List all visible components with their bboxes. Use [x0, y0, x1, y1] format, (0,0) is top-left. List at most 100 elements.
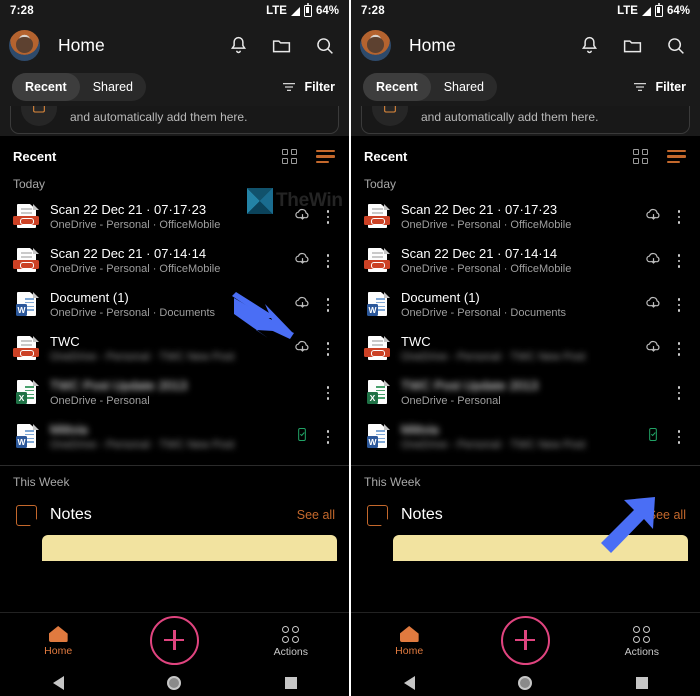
promo-banner[interactable]: and automatically add them here. — [351, 106, 700, 136]
nav-item-actions[interactable]: Actions — [233, 625, 349, 658]
more-options-icon[interactable] — [670, 254, 688, 268]
recents-icon — [635, 677, 648, 689]
promo-banner[interactable]: and automatically add them here. — [0, 106, 349, 136]
list-view-icon[interactable] — [667, 149, 686, 164]
grid-view-icon[interactable] — [633, 149, 648, 164]
android-recents-button[interactable] — [584, 677, 700, 689]
tab-recent[interactable]: Recent — [12, 73, 80, 101]
word-file-icon: W — [13, 423, 39, 451]
file-row-text: TWC OneDrive - Personal · TWC New Post — [50, 334, 285, 365]
tab-shared[interactable]: Shared — [80, 73, 146, 101]
cloud-download-icon[interactable] — [636, 205, 670, 229]
folder-icon[interactable] — [622, 35, 643, 56]
nav-label-home: Home — [44, 645, 73, 657]
nav-label-home: Home — [395, 645, 424, 657]
notes-row[interactable]: Notes See all — [0, 493, 349, 527]
more-options-icon[interactable] — [670, 386, 688, 400]
file-row[interactable]: W Document (1) OneDrive - Personal · Docum… — [0, 283, 349, 327]
notes-row[interactable]: Notes See all — [351, 493, 700, 527]
file-row[interactable]: TWC OneDrive - Personal · TWC New Post — [351, 327, 700, 371]
create-button[interactable] — [116, 615, 232, 668]
more-options-icon[interactable] — [319, 430, 337, 444]
tab-shared[interactable]: Shared — [431, 73, 497, 101]
file-row[interactable]: X TWC Post Update 2013 OneDrive - Personal — [0, 371, 349, 415]
file-row[interactable]: W Mittvia OneDrive - Personal · TWC New Po… — [0, 415, 349, 459]
cloud-download-icon[interactable] — [636, 293, 670, 317]
file-row[interactable]: TWC OneDrive - Personal · TWC New Post — [0, 327, 349, 371]
more-options-icon[interactable] — [319, 254, 337, 268]
file-row[interactable]: W Document (1) OneDrive - Personal · Docum… — [351, 283, 700, 327]
cloud-download-icon[interactable] — [285, 337, 319, 361]
file-row[interactable]: X TWC Post Update 2013 OneDrive - Personal — [351, 371, 700, 415]
tab-recent[interactable]: Recent — [363, 73, 431, 101]
more-options-icon[interactable] — [670, 342, 688, 356]
android-recents-button[interactable] — [233, 677, 349, 689]
file-subtitle: OneDrive - Personal · TWC New Post — [401, 350, 586, 363]
nav-item-home[interactable]: Home — [351, 626, 467, 657]
file-row-text: TWC Post Update 2013 OneDrive - Personal — [401, 378, 636, 409]
file-row[interactable]: Scan 22 Dec 21 · 07·14·14 OneDrive - Pers… — [0, 239, 349, 283]
word-file-icon: W — [13, 291, 39, 319]
app-bar-actions — [579, 35, 686, 56]
file-row[interactable]: W Mittvia OneDrive - Personal · TWC New Po… — [351, 415, 700, 459]
android-home-button[interactable] — [467, 676, 583, 690]
file-subtitle: OneDrive - Personal · TWC New Post — [50, 350, 235, 363]
offline-available-icon[interactable] — [636, 425, 670, 449]
screenshot-stage: 7:28 LTE 64% Home Recent Shared Filter a… — [0, 0, 700, 696]
phone-screenshot-right: 7:28 LTE 64% Home Recent Shared Filter a… — [351, 0, 700, 696]
file-row[interactable]: Scan 22 Dec 21 · 07·17·23 OneDrive - Pers… — [351, 195, 700, 239]
more-options-icon[interactable] — [670, 210, 688, 224]
file-title: TWC — [401, 333, 431, 349]
search-icon[interactable] — [314, 35, 335, 56]
avatar[interactable] — [9, 29, 40, 61]
group-label-today: Today — [364, 177, 397, 191]
file-list: Scan 22 Dec 21 · 07·17·23 OneDrive - Pers… — [351, 195, 700, 459]
bell-icon[interactable] — [228, 35, 249, 56]
more-options-icon[interactable] — [319, 342, 337, 356]
file-title: Scan 22 Dec 21 · 07·14·14 — [50, 245, 207, 261]
file-subtitle: OneDrive - Personal · OfficeMobile — [50, 218, 221, 231]
android-navigation-bar — [351, 670, 700, 696]
cloud-download-icon[interactable] — [285, 249, 319, 273]
status-clock: 7:28 — [10, 5, 34, 17]
nav-label-actions: Actions — [273, 645, 309, 658]
more-options-icon[interactable] — [670, 298, 688, 312]
phone-screenshot-left: 7:28 LTE 64% Home Recent Shared Filter a… — [0, 0, 349, 696]
excel-file-icon: X — [13, 379, 39, 407]
folder-icon[interactable] — [271, 35, 292, 56]
notes-see-all-link[interactable]: See all — [297, 508, 335, 522]
page-title: Home — [409, 34, 456, 55]
more-options-icon[interactable] — [319, 386, 337, 400]
grid-view-icon[interactable] — [282, 149, 297, 164]
cloud-download-icon[interactable] — [285, 293, 319, 317]
file-row[interactable]: Scan 22 Dec 21 · 07·14·14 OneDrive - Pers… — [351, 239, 700, 283]
android-home-button[interactable] — [116, 676, 232, 690]
create-button[interactable] — [467, 615, 583, 668]
filter-button[interactable]: Filter — [632, 79, 686, 95]
bell-icon[interactable] — [579, 35, 600, 56]
file-subtitle: OneDrive - Personal · Documents — [401, 306, 567, 319]
more-options-icon[interactable] — [319, 298, 337, 312]
avatar[interactable] — [360, 29, 391, 61]
offline-available-icon[interactable] — [285, 425, 319, 449]
android-back-button[interactable] — [0, 676, 116, 690]
more-options-icon[interactable] — [670, 430, 688, 444]
file-row-text: Document (1) OneDrive - Personal · Docume… — [401, 290, 636, 321]
back-icon — [403, 676, 415, 690]
sticky-note-icon — [364, 503, 390, 527]
cloud-download-icon[interactable] — [636, 337, 670, 361]
android-back-button[interactable] — [351, 676, 467, 690]
list-view-icon[interactable] — [316, 149, 335, 164]
search-icon[interactable] — [665, 35, 686, 56]
notes-see-all-link[interactable]: See all — [648, 508, 686, 522]
app-bar: Home — [0, 22, 349, 68]
status-indicators: LTE 64% — [617, 3, 690, 17]
note-card-preview[interactable] — [42, 535, 337, 561]
cloud-download-icon[interactable] — [636, 249, 670, 273]
watermark: TheWin — [247, 188, 343, 214]
filter-button[interactable]: Filter — [281, 79, 335, 95]
nav-item-home[interactable]: Home — [0, 626, 116, 657]
note-card-preview[interactable] — [393, 535, 688, 561]
nav-item-actions[interactable]: Actions — [584, 625, 700, 658]
home-icon — [399, 626, 419, 642]
